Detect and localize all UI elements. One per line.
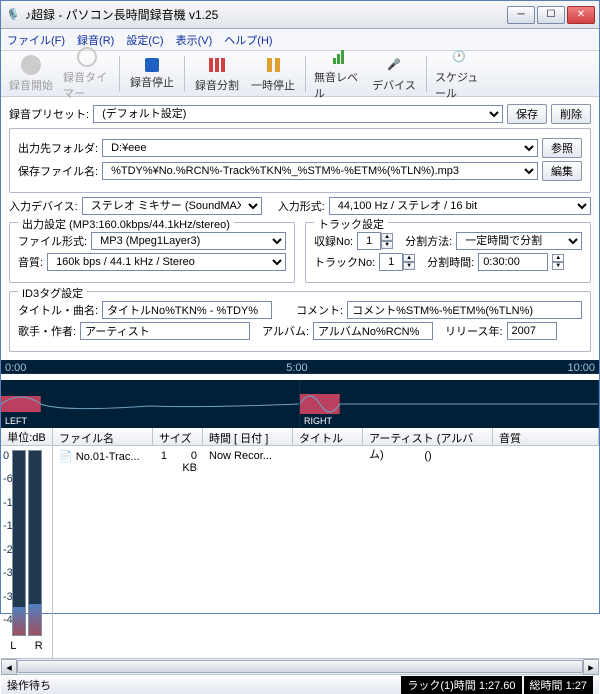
input-device-select[interactable]: ステレオ ミキサー (SoundMAX Int: [82, 197, 262, 215]
folder-select[interactable]: D:¥eee: [102, 139, 538, 157]
edit-button[interactable]: 編集: [542, 161, 582, 181]
save-button[interactable]: 保存: [507, 104, 547, 124]
meter-bar-l: [12, 450, 26, 636]
menu-file[interactable]: ファイル(F): [7, 32, 65, 48]
scroll-thumb[interactable]: [17, 660, 583, 673]
filename-label: 保存ファイル名:: [18, 163, 98, 179]
track-settings-group: トラック設定 収録No: ▲▼ 分割方法: 一定時間で分割 トラックNo: ▲▼…: [305, 222, 591, 283]
output-group: 出力先フォルダ: D:¥eee 参照 保存ファイル名: %TDY%¥No.%RC…: [9, 128, 591, 193]
recno-spinner[interactable]: ▲▼: [357, 232, 393, 250]
device-icon: 🎤: [384, 55, 404, 75]
status-message: 操作待ち: [7, 677, 51, 693]
pause-icon: [263, 55, 283, 75]
meter-bar-r: [28, 450, 42, 636]
input-format-label: 入力形式:: [278, 198, 325, 214]
id3-album-input[interactable]: [313, 322, 433, 340]
schedule-icon: 🕐: [449, 47, 469, 67]
id3-title-input[interactable]: [102, 301, 272, 319]
titlebar: 🎙️ ♪超録 - パソコン長時間録音機 v1.25 ─ ☐ ✕: [1, 1, 599, 29]
h-scrollbar[interactable]: ◂ ▸: [1, 658, 599, 674]
minimize-button[interactable]: ─: [507, 6, 535, 24]
record-icon: [21, 55, 41, 75]
file-list[interactable]: ファイル名 サイズ 時間 [ 日付 ] タイトル アーティスト (アルバム) 音…: [53, 428, 599, 658]
app-icon: 🎙️: [5, 7, 21, 23]
timeline: 0:005:0010:00: [1, 360, 599, 374]
list-item[interactable]: 📄 No.01-Trac... 1 0 KB Now Recor... (): [53, 446, 599, 478]
output-settings-group: 出力設定 (MP3:160.0kbps/44.1kHz/stereo) ファイル…: [9, 222, 295, 283]
delete-button[interactable]: 削除: [551, 104, 591, 124]
level-button[interactable]: 無音レベル: [314, 47, 362, 101]
status-total-time: 総時間 1:27: [524, 676, 593, 694]
list-header[interactable]: ファイル名 サイズ 時間 [ 日付 ] タイトル アーティスト (アルバム) 音…: [53, 428, 599, 446]
id3-group: ID3タグ設定 タイトル・曲名: コメント: 歌手・作者: アルバム: リリース…: [9, 291, 591, 352]
rec-start-button[interactable]: 録音開始: [7, 55, 55, 93]
scroll-left-icon[interactable]: ◂: [1, 659, 17, 675]
level-icon: [328, 47, 348, 67]
folder-label: 出力先フォルダ:: [18, 140, 98, 156]
menu-rec[interactable]: 録音(R): [77, 32, 114, 48]
input-device-label: 入力デバイス:: [9, 198, 78, 214]
trackno-spinner[interactable]: ▲▼: [379, 253, 415, 271]
close-button[interactable]: ✕: [567, 6, 595, 24]
id3-artist-input[interactable]: [80, 322, 250, 340]
id3-year-input[interactable]: [507, 322, 557, 340]
split-icon: [207, 55, 227, 75]
device-button[interactable]: 🎤デバイス: [370, 55, 418, 93]
menu-settings[interactable]: 設定(C): [126, 32, 163, 48]
stop-icon: [145, 58, 159, 72]
pause-button[interactable]: 一時停止: [249, 55, 297, 93]
file-icon: 📄: [59, 451, 73, 463]
preset-select[interactable]: (デフォルト設定): [93, 105, 503, 123]
browse-button[interactable]: 参照: [542, 138, 582, 158]
split-method-select[interactable]: 一定時間で分割: [456, 232, 582, 250]
file-format-select[interactable]: MP3 (Mpeg1Layer3): [91, 232, 286, 250]
timer-icon: [77, 47, 97, 67]
scroll-right-icon[interactable]: ▸: [583, 659, 599, 675]
window-title: ♪超録 - パソコン長時間録音機 v1.25: [25, 6, 507, 23]
maximize-button[interactable]: ☐: [537, 6, 565, 24]
waveform[interactable]: LEFT RIGHT: [1, 380, 599, 428]
schedule-button[interactable]: 🕐スケジュール: [435, 47, 483, 101]
rec-timer-button[interactable]: 録音タイマー: [63, 47, 111, 101]
rec-stop-button[interactable]: 録音停止: [128, 58, 176, 90]
split-time-input[interactable]: [478, 253, 548, 271]
statusbar: 操作待ち ラック(1)時間 1:27.60 総時間 1:27: [1, 674, 599, 694]
file-format-label: ファイル形式:: [18, 233, 87, 249]
quality-label: 音質:: [18, 254, 43, 270]
menu-view[interactable]: 表示(V): [176, 32, 213, 48]
status-track-time: ラック(1)時間 1:27.60: [401, 676, 521, 694]
menu-help[interactable]: ヘルプ(H): [224, 32, 272, 48]
quality-select[interactable]: 160k bps / 44.1 kHz / Stereo: [47, 253, 286, 271]
id3-comment-input[interactable]: [347, 301, 582, 319]
level-meter: 単位:dB 0-6-12-18-24-30-36-42 LR: [1, 428, 53, 658]
preset-label: 録音プリセット:: [9, 106, 89, 122]
filename-select[interactable]: %TDY%¥No.%RCN%-Track%TKN%_%STM%-%ETM%(%T…: [102, 162, 538, 180]
toolbar: 録音開始 録音タイマー 録音停止 録音分割 一時停止 無音レベル 🎤デバイス 🕐…: [1, 51, 599, 97]
input-format-select[interactable]: 44,100 Hz / ステレオ / 16 bit: [329, 197, 591, 215]
rec-split-button[interactable]: 録音分割: [193, 55, 241, 93]
